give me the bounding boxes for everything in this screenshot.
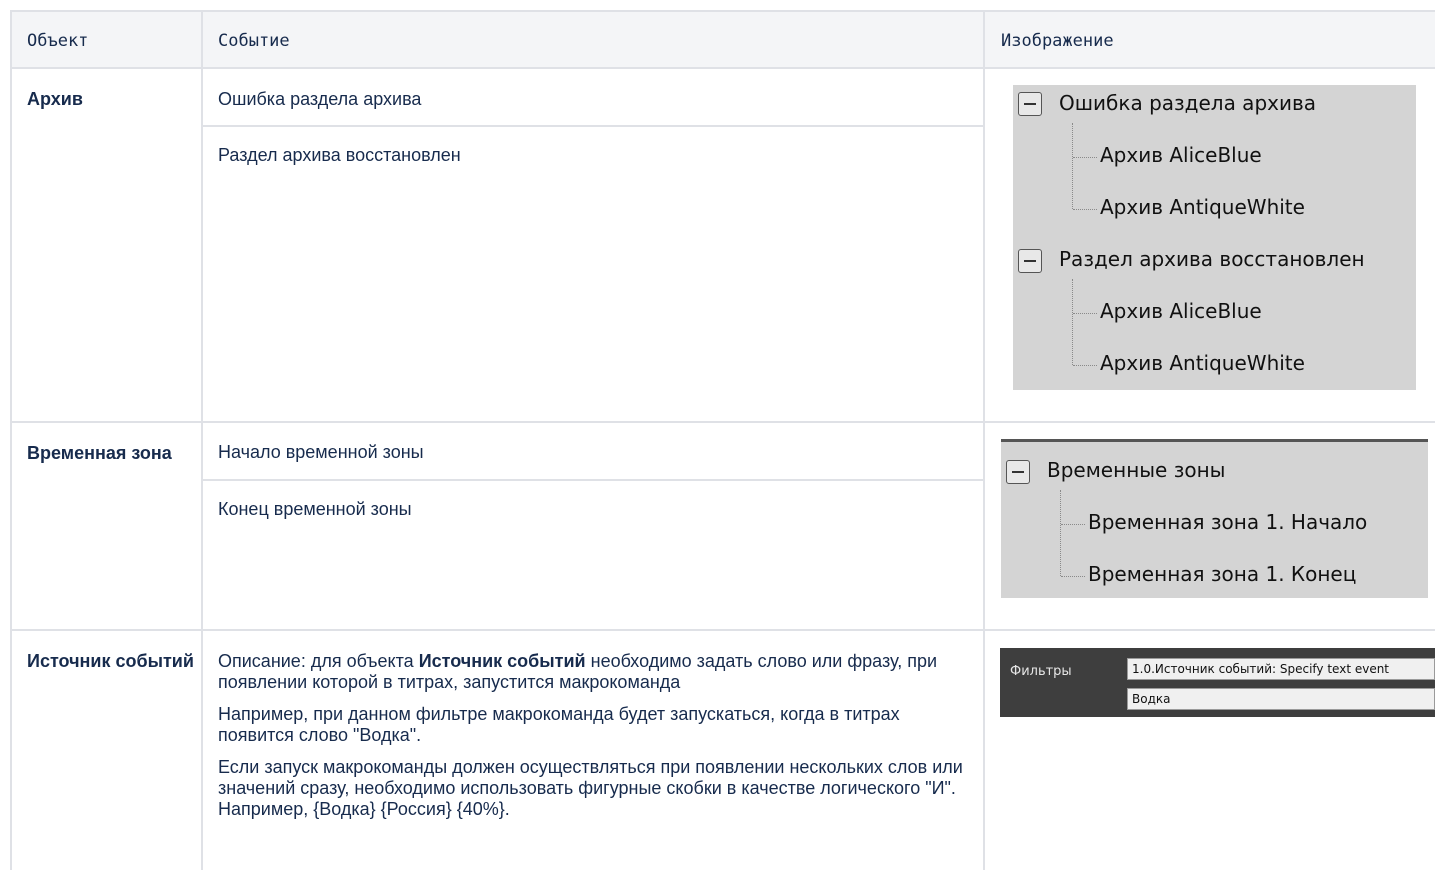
filter-field-1: 1.0.Источник событий: Specify text event [1127, 658, 1435, 680]
event-divider-timezone [202, 479, 984, 481]
tree-leaf: Архив AntiqueWhite [1100, 195, 1305, 219]
tree-leaf: Архив AntiqueWhite [1100, 351, 1305, 375]
header-event: Событие [218, 31, 290, 51]
tree-connector [1073, 365, 1097, 366]
event-source-description: Описание: для объекта Источник событий н… [218, 651, 968, 831]
tree-connector [1061, 524, 1085, 525]
tree-leaf: Архив AliceBlue [1100, 143, 1262, 167]
tree-connector [1072, 123, 1073, 209]
header-divider [10, 67, 1435, 69]
tree-connector [1060, 490, 1061, 576]
description-bold: Источник событий [418, 651, 586, 671]
tree-leaf: Временная зона 1. Конец [1088, 562, 1357, 586]
table-border-left [10, 10, 12, 870]
tree-group-title: Раздел архива восстановлен [1059, 247, 1365, 271]
tree-group-title: Временные зоны [1047, 458, 1226, 482]
tree-leaf: Временная зона 1. Начало [1088, 510, 1368, 534]
description-paragraph-1: Описание: для объекта Источник событий н… [218, 651, 968, 693]
archive-tree-image: Ошибка раздела архива Архив AliceBlue Ар… [1013, 85, 1416, 390]
filter-field-2: Водка [1127, 688, 1435, 710]
tree-connector [1073, 209, 1097, 210]
collapse-icon [1018, 92, 1042, 116]
filter-panel-image: Фильтры 1.0.Источник событий: Specify te… [1000, 648, 1435, 717]
tree-leaf: Архив AliceBlue [1100, 299, 1262, 323]
description-text: Описание: для объекта [218, 651, 419, 671]
collapse-icon [1018, 249, 1042, 273]
event-archive-restored: Раздел архива восстановлен [218, 145, 461, 165]
column-divider-1 [201, 10, 203, 870]
column-divider-2 [983, 10, 985, 870]
object-archive: Архив [27, 89, 83, 109]
tree-group-title: Ошибка раздела архива [1059, 91, 1317, 115]
event-divider-archive [202, 125, 984, 127]
table-border-top [10, 10, 1435, 12]
row-divider-2 [10, 629, 1435, 631]
event-timezone-start: Начало временной зоны [218, 442, 424, 462]
object-event-source: Источник событий [27, 651, 194, 671]
tree-connector [1073, 313, 1097, 314]
tree-connector [1061, 576, 1085, 577]
row-divider-1 [10, 421, 1435, 423]
tree-connector [1072, 279, 1073, 365]
description-paragraph-2: Например, при данном фильтре макрокоманд… [218, 704, 900, 745]
object-timezone: Временная зона [27, 443, 172, 463]
timezone-tree-image: Временные зоны Временная зона 1. Начало … [1001, 439, 1428, 598]
tree-connector [1073, 157, 1097, 158]
event-archive-error: Ошибка раздела архива [218, 89, 422, 109]
header-image: Изображение [1001, 31, 1114, 51]
filter-label: Фильтры [1010, 664, 1072, 679]
collapse-icon [1006, 460, 1030, 484]
event-timezone-end: Конец временной зоны [218, 499, 412, 519]
header-object: Объект [27, 31, 89, 51]
description-paragraph-3: Если запуск макрокоманды должен осуществ… [218, 757, 963, 819]
